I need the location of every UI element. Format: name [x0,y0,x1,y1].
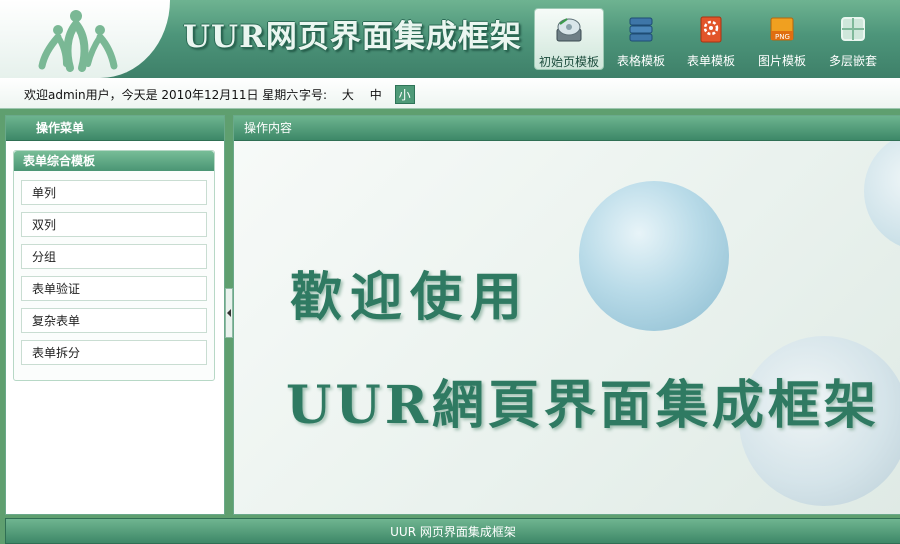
png-image-icon: PNG [770,17,794,41]
database-stack-icon [629,17,653,42]
welcome-heading: 歡迎使用 [290,267,531,328]
nav-label: 图片模板 [757,54,806,68]
font-size-switcher: 字号: 大 中 小 [299,85,415,104]
menu-item-complex-form[interactable]: 复杂表单 [21,308,207,333]
nav-item-multilayer[interactable]: 多层嵌套 [819,8,887,70]
font-size-medium[interactable]: 中 [367,86,385,103]
app-title: UUR网页界面集成框架 [183,19,522,55]
disc-drive-icon [556,18,582,42]
decorative-globe-top [864,141,900,251]
nav-label: 多层嵌套 [828,54,877,68]
left-panel-title: 操作菜单 [6,116,224,141]
menu-item-form-split[interactable]: 表单拆分 [21,340,207,365]
nav-label: 表单模板 [686,54,735,68]
decorative-globe-large [579,181,729,331]
menu-group: 表单综合模板 单列 双列 分组 表单验证 复杂表单 表单拆分 [13,150,215,381]
nav-item-table-template[interactable]: 表格模板 [607,8,675,70]
nav-label: 初始页模板 [538,55,599,69]
font-size-large[interactable]: 大 [339,86,357,103]
svg-text:PNG: PNG [775,33,790,41]
panel-collapse-toggle[interactable] [225,288,233,338]
nav-item-image-template[interactable]: PNG 图片模板 [748,8,816,70]
menu-item-grouping[interactable]: 分组 [21,244,207,269]
welcome-subheading: UUR網頁界面集成框架 [286,375,880,436]
nav-label: 表格模板 [616,54,665,68]
nav-item-start-template[interactable]: 初始页模板 [534,8,604,70]
welcome-text: 欢迎admin用户，今天是 2010年12月11日 星期六 [24,88,299,102]
grid-layout-icon [841,17,865,41]
font-size-small[interactable]: 小 [394,85,415,104]
content-panel: 操作内容 歡迎使用 UUR網頁界面集成框架 [233,115,900,515]
nav-item-form-template[interactable]: 表单模板 [677,8,745,70]
content-panel-title: 操作内容 [234,116,900,141]
collapse-left-arrow-icon [227,309,231,317]
footer-text: UUR 网页界面集成框架 [390,525,516,539]
font-size-label: 字号: [299,88,328,102]
menu-group-title[interactable]: 表单综合模板 [14,151,214,171]
header-banner: UUR网页界面集成框架 初始页模板 表格模板 表单模板 PNG 图片模板 多层嵌… [0,0,900,78]
people-logo-icon [38,10,118,72]
menu-item-single-column[interactable]: 单列 [21,180,207,205]
menu-item-form-validation[interactable]: 表单验证 [21,276,207,301]
welcome-area: 歡迎使用 UUR網頁界面集成框架 [234,141,900,514]
gear-form-icon [700,16,722,43]
info-bar: 欢迎admin用户，今天是 2010年12月11日 星期六 字号: 大 中 小 [0,78,900,109]
menu-item-double-column[interactable]: 双列 [21,212,207,237]
footer-bar: UUR 网页界面集成框架 [5,518,900,544]
logo-area [0,0,170,78]
left-menu-panel: 操作菜单 表单综合模板 单列 双列 分组 表单验证 复杂表单 表单拆分 [5,115,225,515]
